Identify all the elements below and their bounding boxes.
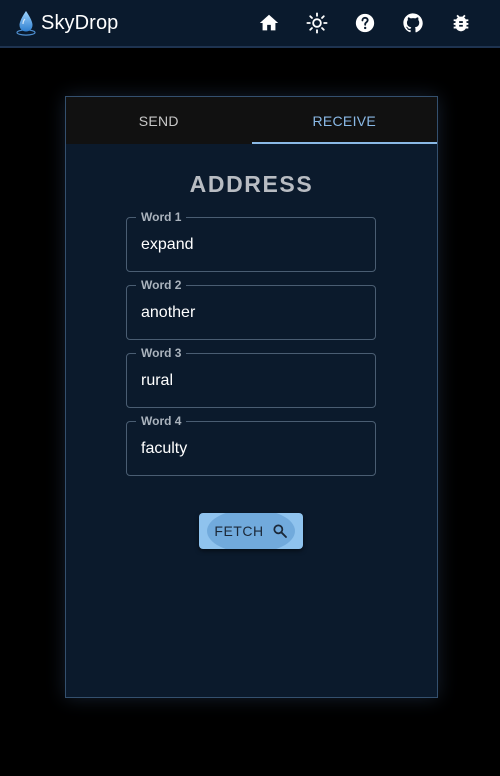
- receive-card: SEND RECEIVE ADDRESS Word 1 Word 2 Word …: [65, 96, 438, 698]
- report-bug-button[interactable]: [447, 9, 475, 37]
- word-1-input[interactable]: [141, 234, 361, 256]
- word-2-input[interactable]: [141, 302, 361, 324]
- github-icon: [403, 13, 423, 33]
- brightness-icon: [306, 12, 328, 34]
- word-3-label: Word 3: [136, 346, 187, 360]
- fetch-button-label: FETCH: [214, 523, 264, 539]
- word-4-field: Word 4: [126, 414, 376, 476]
- home-icon: [259, 14, 279, 31]
- search-icon: [273, 524, 287, 538]
- tab-send[interactable]: SEND: [66, 97, 252, 144]
- word-4-label: Word 4: [136, 414, 187, 428]
- tab-receive[interactable]: RECEIVE: [251, 97, 438, 144]
- word-2-label: Word 2: [136, 278, 187, 292]
- mode-tabs: SEND RECEIVE: [66, 97, 437, 144]
- github-button[interactable]: [399, 9, 427, 37]
- word-4-input[interactable]: [141, 438, 361, 460]
- app-bar: SkyDrop: [0, 0, 500, 48]
- fetch-button[interactable]: FETCH: [199, 513, 303, 549]
- word-1-field: Word 1: [126, 210, 376, 272]
- word-3-field: Word 3: [126, 346, 376, 408]
- help-icon: [355, 13, 375, 33]
- home-button[interactable]: [255, 9, 283, 37]
- word-2-field: Word 2: [126, 278, 376, 340]
- nav-icons: [0, 0, 500, 46]
- help-button[interactable]: [351, 9, 379, 37]
- theme-toggle-button[interactable]: [303, 9, 331, 37]
- word-3-input[interactable]: [141, 370, 361, 392]
- bug-icon: [453, 14, 469, 32]
- word-1-label: Word 1: [136, 210, 187, 224]
- address-title: ADDRESS: [189, 171, 314, 197]
